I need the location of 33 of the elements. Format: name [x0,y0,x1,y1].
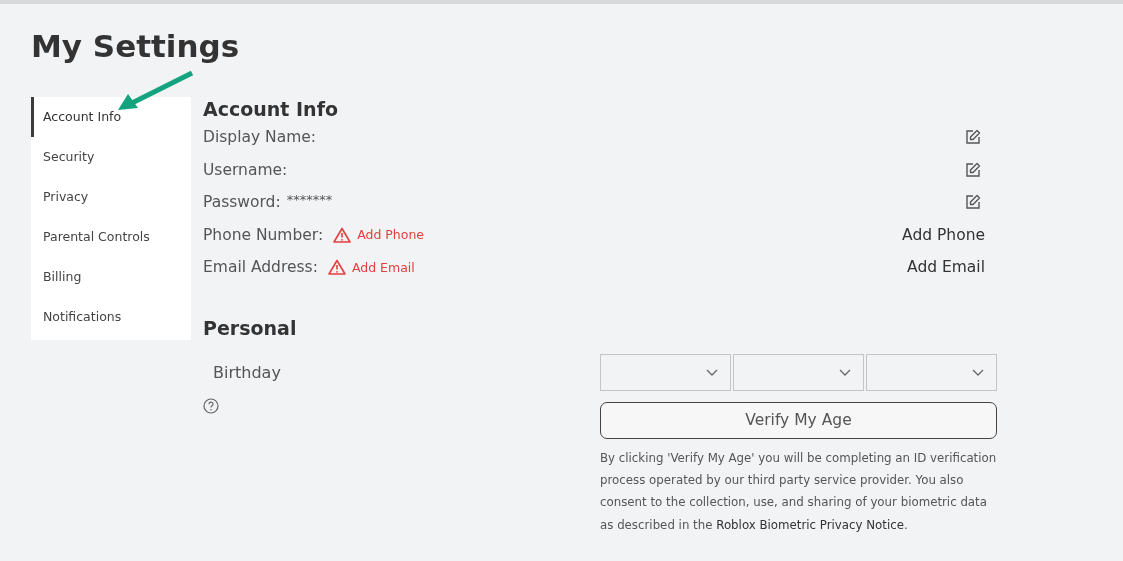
sidebar-item[interactable]: Notifications [31,297,191,337]
chevron-down-icon [706,368,718,376]
warning-icon [333,226,352,243]
sidebar-item[interactable]: Privacy [31,177,191,217]
field-label: Display Name: [203,128,316,147]
field-label: Phone Number: [203,225,324,244]
sidebar-item[interactable]: Account Info [31,97,191,137]
help-icon[interactable] [203,397,219,414]
sidebar-item[interactable]: Security [31,137,191,177]
field-label: Email Address: [203,258,318,277]
field-value: ******* [286,191,333,207]
sidebar-item[interactable]: Parental Controls [31,217,191,257]
chevron-down-icon [839,368,851,376]
verify-age-button[interactable]: Verify My Age [600,401,997,439]
field-label: Username: [203,160,288,179]
add-link[interactable]: Add Email [351,259,415,275]
add-button[interactable]: Add Phone [902,225,985,244]
verification-notice: By clicking 'Verify My Age' you will be completing an ID verification process operated by our third party service provider. You also consent to the collection, use, and sharing of your biometric data as described in the Roblox Biometric Privacy Notice. [600,449,997,534]
privacy-notice-link[interactable]: Roblox Biometric Privacy Notice [716,517,904,532]
add-link[interactable]: Add Phone [357,227,425,243]
edit-icon[interactable] [965,161,981,178]
section-heading: Account Info [203,97,339,121]
edit-icon[interactable] [965,194,981,211]
birthday-label: Birthday [212,362,281,382]
chevron-down-icon [972,368,984,376]
warning-icon [327,259,346,276]
section-heading: Personal [203,315,298,340]
field-label: Password: [203,193,281,212]
edit-icon[interactable] [965,129,981,146]
add-button[interactable]: Add Email [907,258,985,277]
pointer-arrow-icon [118,70,196,110]
page-title: My Settings [31,27,241,66]
sidebar-item[interactable]: Billing [31,257,191,297]
